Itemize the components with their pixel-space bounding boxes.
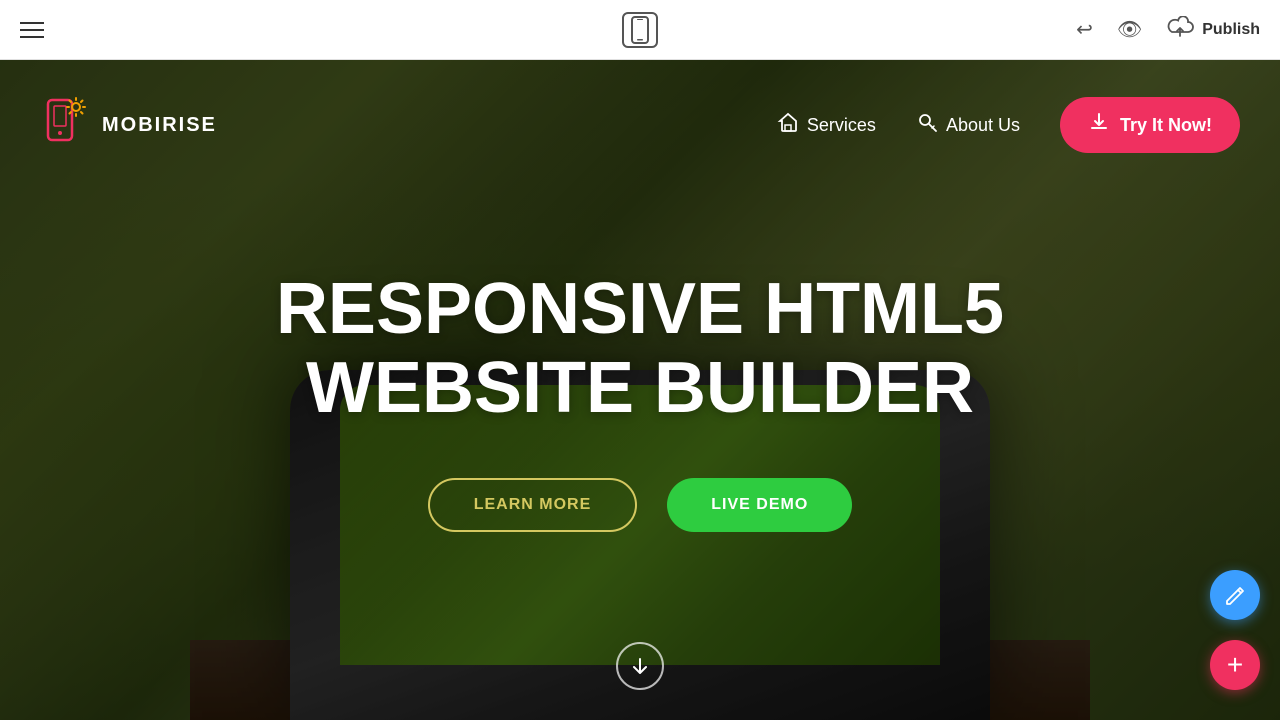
editor-bar: ↩ 👁 Publish <box>0 0 1280 60</box>
editor-bar-right: ↩ 👁 Publish <box>1076 16 1260 44</box>
fab-add-button[interactable]: + <box>1210 640 1260 690</box>
key-icon <box>916 111 938 133</box>
hero-title-line1: RESPONSIVE HTML5 <box>276 269 1004 349</box>
hero-title: RESPONSIVE HTML5 WEBSITE BUILDER <box>276 270 1004 428</box>
fab-edit-button[interactable] <box>1210 570 1260 620</box>
arrow-down-icon <box>630 656 650 676</box>
house-icon <box>777 111 799 133</box>
about-label: About Us <box>946 115 1020 136</box>
home-nav-icon <box>777 111 799 139</box>
hero-content: RESPONSIVE HTML5 WEBSITE BUILDER LEARN M… <box>0 190 1280 532</box>
services-label: Services <box>807 115 876 136</box>
phone-device-icon <box>631 16 649 44</box>
hero-buttons: LEARN MORE LIVE DEMO <box>428 478 853 532</box>
cloud-upload-icon <box>1166 16 1194 38</box>
website-preview: MOBIRISE Services <box>0 60 1280 720</box>
live-demo-button[interactable]: LIVE DEMO <box>667 478 852 532</box>
site-logo[interactable]: MOBIRISE <box>40 95 217 155</box>
hero-title-line2: WEBSITE BUILDER <box>306 348 974 428</box>
about-nav-link[interactable]: About Us <box>916 111 1020 139</box>
edit-pencil-icon <box>1224 584 1246 606</box>
undo-icon[interactable]: ↩ <box>1076 17 1093 42</box>
learn-more-button[interactable]: LEARN MORE <box>428 478 638 532</box>
site-nav-links: Services About Us <box>777 97 1240 153</box>
preview-eye-icon[interactable]: 👁 <box>1117 17 1142 42</box>
editor-bar-center <box>622 12 658 48</box>
key-nav-icon <box>916 111 938 139</box>
download-try-icon <box>1088 111 1110 139</box>
download-icon <box>1088 111 1110 133</box>
logo-icon <box>40 95 90 155</box>
publish-label: Publish <box>1202 21 1260 39</box>
publish-cloud-icon <box>1166 16 1194 44</box>
site-navbar: MOBIRISE Services <box>0 60 1280 190</box>
try-it-now-button[interactable]: Try It Now! <box>1060 97 1240 153</box>
logo-text: MOBIRISE <box>102 114 217 137</box>
fab-add-label: + <box>1227 651 1243 679</box>
mobile-preview-button[interactable] <box>622 12 658 48</box>
services-nav-link[interactable]: Services <box>777 111 876 139</box>
editor-bar-left <box>20 22 44 38</box>
scroll-down-button[interactable] <box>616 642 664 690</box>
publish-button[interactable]: Publish <box>1166 16 1260 44</box>
try-it-label: Try It Now! <box>1120 115 1212 136</box>
hamburger-menu-icon[interactable] <box>20 22 44 38</box>
